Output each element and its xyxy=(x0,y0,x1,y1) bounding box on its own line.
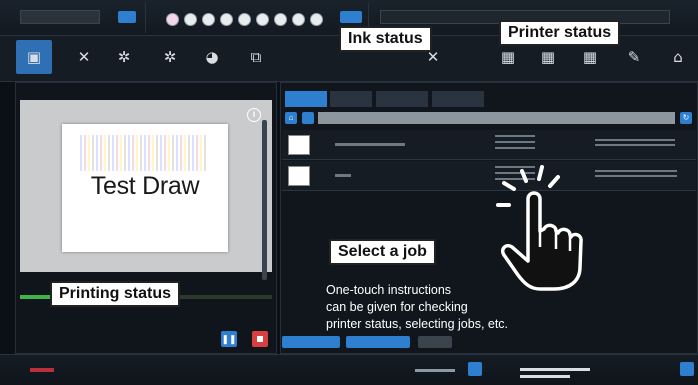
description-line: printer status, selecting jobs, etc. xyxy=(326,317,509,331)
tab-queue[interactable] xyxy=(376,91,428,107)
printing-status-callout: Printing status xyxy=(50,281,181,307)
printer-status-callout: Printer status xyxy=(499,20,621,46)
building-icon: ⌂ xyxy=(673,48,683,66)
ink-level-icon xyxy=(292,13,305,26)
ink-status-callout: Ink status xyxy=(339,26,432,52)
home-button[interactable]: ⌂ xyxy=(285,112,297,124)
clipboard-icon: ⧉ xyxy=(250,48,262,66)
menu-icon[interactable] xyxy=(680,362,694,376)
job-thumbnail xyxy=(288,166,310,186)
description-line: can be given for checking xyxy=(326,300,468,314)
ink-level-icon xyxy=(166,13,179,26)
preview-sample-text: Test Draw xyxy=(90,172,200,200)
refresh-button[interactable]: ↻ xyxy=(680,112,692,124)
grid-icon: ▦ xyxy=(540,48,556,66)
gear-icon: ✲ xyxy=(117,48,131,66)
tab-jobs[interactable] xyxy=(285,91,327,107)
footer-alert-indicator xyxy=(30,368,54,372)
right-tool-button[interactable]: ⌂ xyxy=(660,40,696,74)
job-detail-placeholder xyxy=(595,170,677,179)
pie-icon: ◕ xyxy=(205,48,219,66)
preview-scrollbar[interactable] xyxy=(262,120,267,280)
folder-button[interactable] xyxy=(302,112,314,124)
path-bar xyxy=(318,112,675,124)
tools-tool-button[interactable]: ✕ xyxy=(66,40,102,74)
job-action-button[interactable] xyxy=(418,336,452,348)
home-icon: ⌂ xyxy=(288,113,294,122)
printer-icon[interactable] xyxy=(468,362,482,376)
settings-tool-button[interactable]: ✲ xyxy=(106,40,142,74)
ink-level-icon xyxy=(220,13,233,26)
stop-button[interactable] xyxy=(252,331,268,347)
printer-select-field[interactable] xyxy=(20,10,100,24)
settings-tool-button[interactable]: ✲ xyxy=(152,40,188,74)
pause-button[interactable]: ❚❚ xyxy=(221,331,237,347)
job-detail-placeholder xyxy=(595,139,675,148)
job-title-placeholder xyxy=(335,174,351,177)
footer-status-text xyxy=(415,369,455,372)
ink-level-icon xyxy=(274,13,287,26)
ink-level-icon xyxy=(184,13,197,26)
ink-level-icon xyxy=(310,13,323,26)
tools-icon: ✕ xyxy=(77,48,91,66)
grid-icon: ▦ xyxy=(500,48,516,66)
footer-ink-gauge xyxy=(520,368,590,371)
job-title-placeholder xyxy=(335,143,405,146)
job-action-button[interactable] xyxy=(346,336,410,348)
monitor-icon: ▣ xyxy=(26,48,42,66)
ink-level-icon xyxy=(256,13,269,26)
ink-level-icon xyxy=(202,13,215,26)
tab-history[interactable] xyxy=(330,91,372,107)
pie-tool-button[interactable]: ◕ xyxy=(194,40,230,74)
footer-ink-gauge xyxy=(520,375,570,378)
touch-hand-icon xyxy=(496,165,583,291)
ink-level-icon xyxy=(238,13,251,26)
preview-color-stripes xyxy=(80,135,206,171)
monitor-tool-button[interactable]: ▣ xyxy=(16,40,52,74)
tab-storage[interactable] xyxy=(432,91,484,107)
job-action-button[interactable] xyxy=(282,336,340,348)
refresh-icon: ↻ xyxy=(682,113,690,122)
gear-icon: ✲ xyxy=(163,48,177,66)
clipboard-tool-button[interactable]: ⧉ xyxy=(238,40,274,74)
info-icon[interactable]: i xyxy=(247,108,261,122)
pause-icon: ❚❚ xyxy=(221,334,237,344)
footer-status-bar xyxy=(0,354,698,385)
ink-detail-button[interactable] xyxy=(340,11,362,23)
pen-icon: ✎ xyxy=(627,48,641,66)
job-meta-placeholder xyxy=(495,135,535,153)
right-tool-button[interactable]: ✎ xyxy=(616,40,652,74)
grid-icon: ▦ xyxy=(582,48,598,66)
job-thumbnail xyxy=(288,135,310,155)
printer-select-button[interactable] xyxy=(118,11,136,23)
select-job-callout: Select a job xyxy=(329,239,436,265)
